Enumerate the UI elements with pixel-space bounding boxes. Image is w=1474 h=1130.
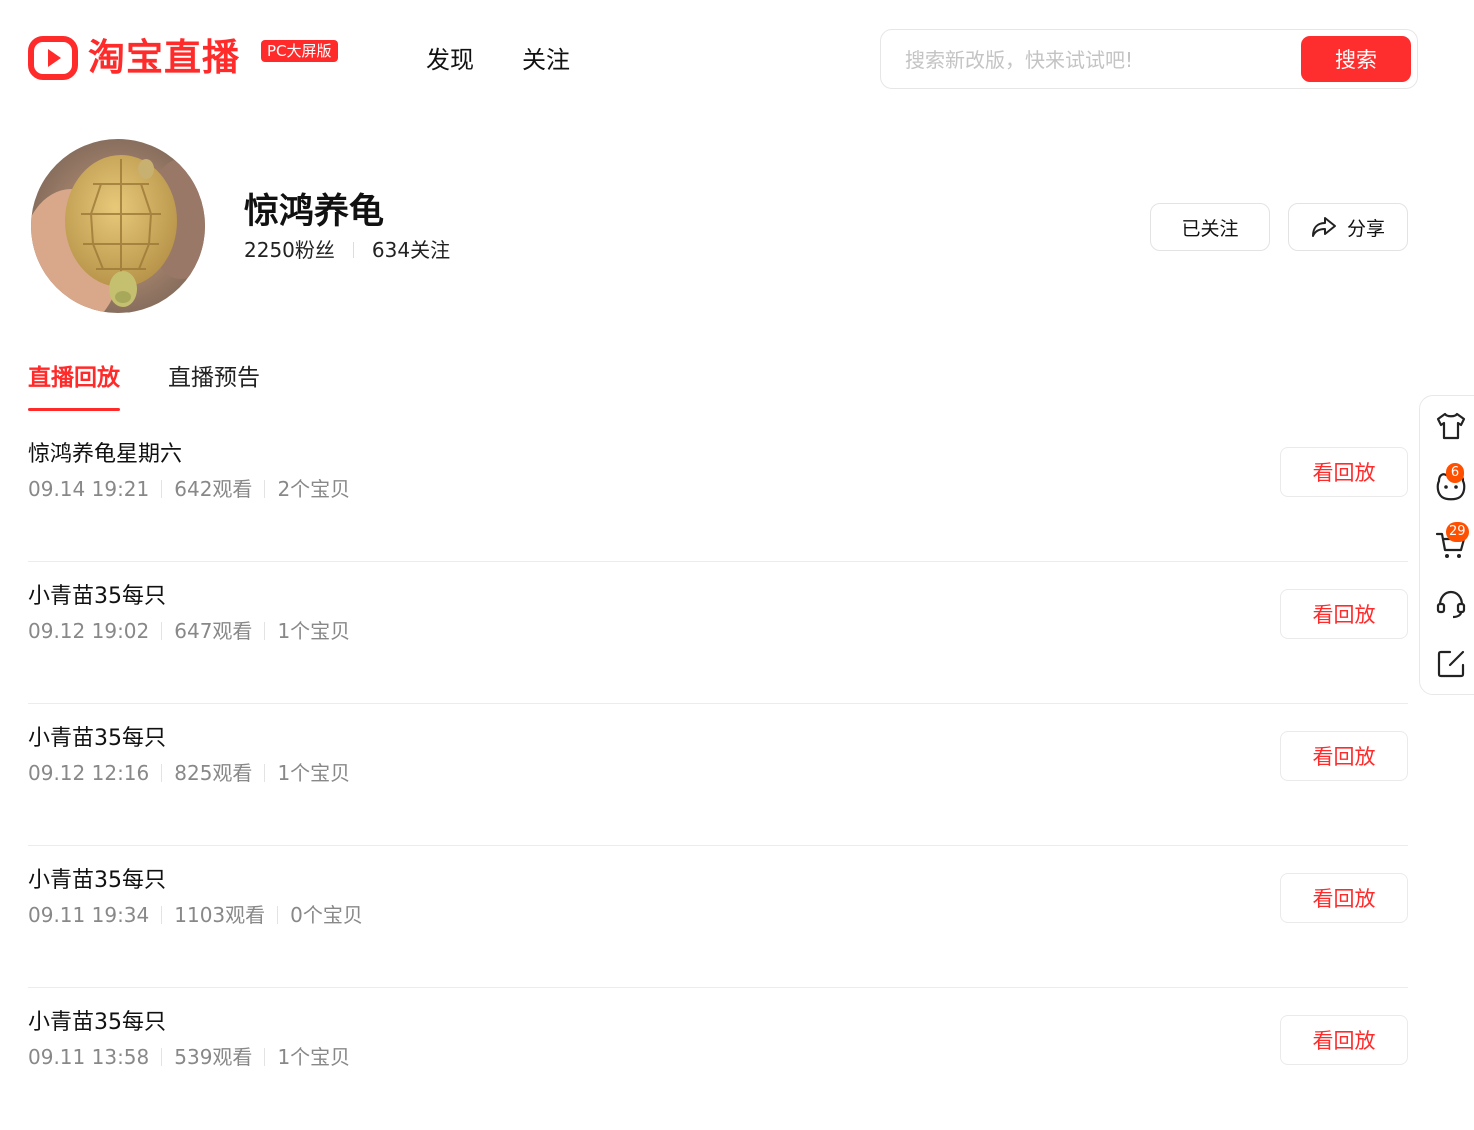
cart-icon[interactable]: 29 (1434, 522, 1469, 562)
floating-sidebar: 6 29 (1419, 395, 1474, 695)
replay-items: 1个宝贝 (277, 1045, 351, 1069)
search-button[interactable]: 搜索 (1301, 36, 1411, 82)
face-icon[interactable]: 6 (1434, 463, 1468, 503)
replay-time: 09.11 13:58 (28, 1045, 150, 1069)
watch-replay-button[interactable]: 看回放 (1280, 589, 1408, 639)
face-badge: 6 (1446, 463, 1464, 483)
turtle-avatar-image (31, 139, 205, 313)
divider (264, 622, 266, 640)
pc-version-badge: PC大屏版 (261, 40, 338, 62)
streamer-name: 惊鸿养龟 (244, 192, 385, 232)
header: 淘宝直播 PC大屏版 发现 关注 搜索 (0, 0, 1474, 120)
list-item: 惊鸿养龟星期六 09.14 19:21 642观看 2个宝贝 看回放 (28, 420, 1408, 562)
replay-time: 09.12 19:02 (28, 619, 150, 643)
list-item: 小青苗35每只 09.12 19:02 647观看 1个宝贝 看回放 (28, 562, 1408, 704)
search-input[interactable] (903, 44, 1287, 76)
following-count: 634关注 (371, 238, 451, 262)
divider (264, 1048, 266, 1066)
followed-button[interactable]: 已关注 (1150, 203, 1270, 251)
main-nav: 发现 关注 (426, 44, 570, 76)
watch-replay-button[interactable]: 看回放 (1280, 447, 1408, 497)
share-icon (1311, 217, 1336, 237)
replay-items: 2个宝贝 (277, 477, 351, 501)
watch-replay-button[interactable]: 看回放 (1280, 873, 1408, 923)
replay-views: 647观看 (174, 619, 253, 643)
share-button-label: 分享 (1346, 217, 1385, 240)
divider (277, 906, 279, 924)
replay-views: 825观看 (174, 761, 253, 785)
replay-title[interactable]: 小青苗35每只 (28, 582, 166, 612)
watch-replay-button[interactable]: 看回放 (1280, 731, 1408, 781)
replay-items: 1个宝贝 (277, 619, 351, 643)
search-box: 搜索 (880, 29, 1418, 89)
watch-replay-button[interactable]: 看回放 (1280, 1015, 1408, 1065)
divider (161, 764, 163, 782)
tab-previews[interactable]: 直播预告 (168, 362, 260, 411)
replay-items: 0个宝贝 (290, 903, 363, 927)
divider (161, 480, 163, 498)
avatar (31, 139, 205, 313)
headset-icon[interactable] (1434, 587, 1468, 621)
logo-text: 淘宝直播 (88, 36, 240, 79)
logo[interactable]: 淘宝直播 PC大屏版 (28, 36, 338, 80)
replay-meta: 09.12 19:02 647观看 1个宝贝 (28, 617, 350, 645)
divider (161, 1048, 163, 1066)
replay-time: 09.11 19:34 (28, 903, 150, 927)
replay-views: 1103观看 (174, 903, 266, 927)
list-item: 小青苗35每只 09.11 19:34 1103观看 0个宝贝 看回放 (28, 846, 1408, 988)
fans-count: 2250粉丝 (244, 238, 335, 262)
shirt-icon[interactable] (1434, 409, 1468, 443)
replay-title[interactable]: 小青苗35每只 (28, 866, 166, 896)
replay-title[interactable]: 小青苗35每只 (28, 724, 166, 754)
nav-discover[interactable]: 发现 (426, 44, 474, 76)
divider (264, 480, 266, 498)
cart-badge: 29 (1446, 522, 1469, 542)
replay-views: 642观看 (174, 477, 253, 501)
replay-views: 539观看 (174, 1045, 253, 1069)
replay-time: 09.14 19:21 (28, 477, 150, 501)
edit-icon[interactable] (1434, 647, 1468, 681)
profile-stats: 2250粉丝 634关注 (244, 237, 450, 263)
list-item: 小青苗35每只 09.12 12:16 825观看 1个宝贝 看回放 (28, 704, 1408, 846)
replay-meta: 09.14 19:21 642观看 2个宝贝 (28, 475, 350, 503)
replay-title[interactable]: 惊鸿养龟星期六 (28, 440, 182, 470)
replay-meta: 09.11 19:34 1103观看 0个宝贝 (28, 901, 363, 929)
replay-items: 1个宝贝 (277, 761, 351, 785)
replay-time: 09.12 12:16 (28, 761, 150, 785)
tabs: 直播回放 直播预告 (28, 362, 260, 411)
share-button[interactable]: 分享 (1288, 203, 1408, 251)
list-item: 小青苗35每只 09.11 13:58 539观看 1个宝贝 看回放 (28, 988, 1408, 1130)
replay-meta: 09.11 13:58 539观看 1个宝贝 (28, 1043, 350, 1071)
replay-meta: 09.12 12:16 825观看 1个宝贝 (28, 759, 350, 787)
divider (161, 622, 163, 640)
divider (264, 764, 266, 782)
nav-following[interactable]: 关注 (522, 44, 570, 76)
followed-button-label: 已关注 (1181, 217, 1239, 240)
play-logo-icon (28, 36, 78, 80)
divider (352, 242, 354, 258)
replay-list: 惊鸿养龟星期六 09.14 19:21 642观看 2个宝贝 看回放 小青苗35… (28, 420, 1408, 1130)
tab-replays[interactable]: 直播回放 (28, 362, 120, 411)
replay-title[interactable]: 小青苗35每只 (28, 1008, 166, 1038)
divider (161, 906, 163, 924)
